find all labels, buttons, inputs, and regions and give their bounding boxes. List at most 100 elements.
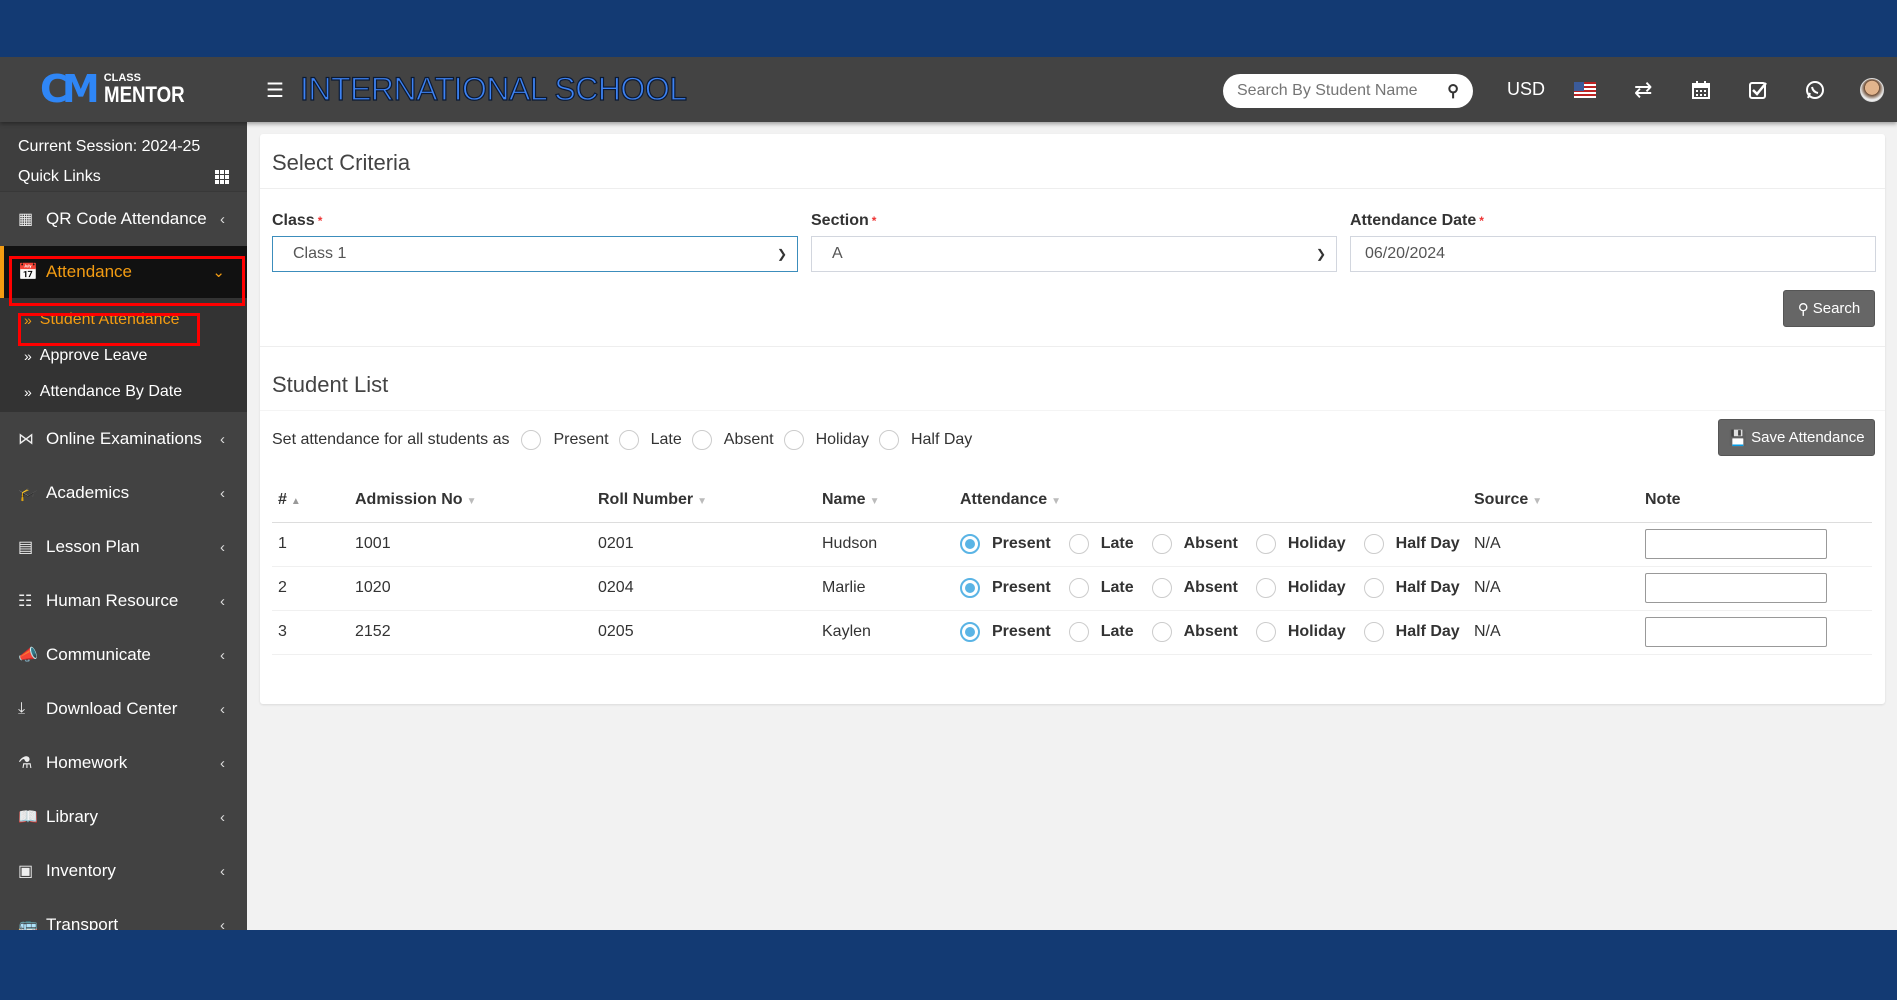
attendance-date-label: Attendance Date * — [1350, 212, 1484, 229]
chevron-left-icon: ‹ — [220, 808, 225, 826]
set-all-absent[interactable]: Absent — [691, 430, 774, 450]
current-session[interactable]: Current Session: 2024-25 — [18, 132, 200, 162]
student-search-input[interactable] — [1237, 82, 1427, 100]
bus-icon: 🚌 — [18, 917, 38, 930]
note-input[interactable] — [1645, 573, 1827, 603]
sort-icon: ▼ — [466, 495, 477, 507]
save-attendance-button[interactable]: 💾 Save Attendance — [1718, 419, 1875, 456]
chevron-down-icon: ❯ — [776, 247, 787, 261]
sidebar-subitem-approve-leave[interactable]: » Approve Leave — [0, 338, 247, 374]
main-content: Select Criteria Class * Class 1 ❯ Section… — [247, 122, 1897, 930]
task-check-icon[interactable] — [1748, 57, 1768, 122]
search-icon: ⚲ — [1797, 300, 1809, 318]
note-cell — [1639, 610, 1872, 655]
currency-selector[interactable]: USD — [1507, 57, 1545, 122]
session-panel: Current Session: 2024-25 Quick Links — [0, 122, 247, 192]
attendance-radio-present[interactable]: Present — [960, 578, 1051, 598]
chevron-left-icon: ‹ — [220, 592, 225, 610]
school-name: INTERNATIONAL SCHOOL — [299, 70, 687, 107]
set-all-late[interactable]: Late — [618, 430, 682, 450]
attendance-date-input[interactable]: 06/20/2024 — [1350, 236, 1876, 272]
attendance-radio-half-day[interactable]: Half Day — [1363, 578, 1460, 598]
chevron-left-icon: ‹ — [220, 646, 225, 664]
sidebar-item-library[interactable]: 📖 Library ‹ — [0, 790, 247, 844]
attendance-radio-absent[interactable]: Absent — [1151, 534, 1238, 554]
quick-links[interactable]: Quick Links — [18, 162, 229, 192]
transfer-icon[interactable]: ⇄ — [1634, 57, 1652, 122]
app-logo[interactable]: CM CLASS MENTOR — [40, 67, 199, 111]
attendance-radio-present[interactable]: Present — [960, 534, 1051, 554]
set-all-attendance: Set attendance for all students as Prese… — [272, 430, 972, 450]
user-avatar[interactable] — [1860, 57, 1884, 122]
language-selector[interactable] — [1574, 57, 1596, 122]
grid-icon[interactable] — [215, 170, 229, 184]
sidebar: Current Session: 2024-25 Quick Links ▦ Q… — [0, 122, 247, 930]
sidebar-item-qr-code-attendance[interactable]: ▦ QR Code Attendance ‹ — [0, 192, 247, 246]
attendance-radio-late[interactable]: Late — [1068, 622, 1134, 642]
attendance-radio-absent[interactable]: Absent — [1151, 578, 1238, 598]
bullhorn-icon: 📣 — [18, 647, 38, 664]
col-roll-number[interactable]: Roll Number ▼ — [592, 478, 816, 523]
attendance-options: Present Late Absent Holiday Half Day — [954, 566, 1468, 611]
chevron-down-icon: ⌄ — [212, 264, 225, 281]
student-search[interactable]: ⚲ — [1223, 74, 1473, 108]
col-name[interactable]: Name ▼ — [816, 478, 954, 523]
sidebar-item-inventory[interactable]: ▣ Inventory ‹ — [0, 844, 247, 898]
sidebar-subitem-student-attendance[interactable]: » Student Attendance — [0, 302, 247, 338]
source: N/A — [1468, 610, 1639, 655]
sidebar-nav: ▦ QR Code Attendance ‹ 📅 Attendance ⌄ » … — [0, 192, 247, 930]
set-all-holiday[interactable]: Holiday — [783, 430, 869, 450]
sidebar-item-online-examinations[interactable]: ⋈ Online Examinations ‹ — [0, 412, 247, 466]
sidebar-item-attendance[interactable]: 📅 Attendance ⌄ — [0, 246, 247, 298]
student-name: Kaylen — [816, 610, 954, 655]
attendance-radio-late[interactable]: Late — [1068, 534, 1134, 554]
set-all-label: Set attendance for all students as — [272, 431, 510, 448]
select-criteria-title: Select Criteria — [272, 150, 411, 175]
sidebar-item-communicate[interactable]: 📣 Communicate ‹ — [0, 628, 247, 682]
col-source[interactable]: Source ▼ — [1468, 478, 1639, 523]
class-select[interactable]: Class 1 ❯ — [272, 236, 798, 272]
attendance-radio-late[interactable]: Late — [1068, 578, 1134, 598]
sitemap-icon: ☷ — [18, 593, 33, 610]
note-input[interactable] — [1645, 529, 1827, 559]
attendance-radio-absent[interactable]: Absent — [1151, 622, 1238, 642]
set-all-half-day[interactable]: Half Day — [878, 430, 972, 450]
note-input[interactable] — [1645, 617, 1827, 647]
search-icon[interactable]: ⚲ — [1447, 81, 1459, 101]
menu-icon[interactable]: ☰ — [266, 78, 284, 103]
sidebar-item-human-resource[interactable]: ☷ Human Resource ‹ — [0, 574, 247, 628]
logo-mark: CM — [40, 67, 100, 111]
admission-no: 2152 — [349, 610, 592, 655]
sidebar-item-transport[interactable]: 🚌 Transport ‹ — [0, 898, 247, 930]
calendar-icon[interactable] — [1691, 57, 1711, 122]
whatsapp-icon[interactable] — [1805, 57, 1825, 122]
double-chevron-icon: » — [24, 348, 32, 364]
section-select[interactable]: A ❯ — [811, 236, 1337, 272]
table-row: 1 1001 0201 Hudson Present Late Absent Holiday H… — [272, 522, 1872, 567]
attendance-submenu: » Student Attendance » Approve Leave » A… — [0, 298, 247, 412]
attendance-radio-half-day[interactable]: Half Day — [1363, 622, 1460, 642]
attendance-radio-holiday[interactable]: Holiday — [1255, 534, 1346, 554]
search-button[interactable]: ⚲ Search — [1783, 290, 1875, 327]
sidebar-item-academics[interactable]: 🎓 Academics ‹ — [0, 466, 247, 520]
top-header: CM CLASS MENTOR ☰ INTERNATIONAL SCHOOL ⚲… — [0, 57, 1897, 122]
col-number[interactable]: # ▲ — [272, 478, 349, 523]
sidebar-item-download-center[interactable]: ⤓ Download Center ‹ — [0, 682, 247, 736]
student-name: Hudson — [816, 522, 954, 567]
note-cell — [1639, 566, 1872, 611]
set-all-present[interactable]: Present — [521, 430, 609, 450]
attendance-radio-holiday[interactable]: Holiday — [1255, 578, 1346, 598]
col-admission-no[interactable]: Admission No ▼ — [349, 478, 592, 523]
col-attendance[interactable]: Attendance ▼ — [954, 478, 1468, 523]
sidebar-subitem-attendance-by-date[interactable]: » Attendance By Date — [0, 374, 247, 410]
attendance-radio-half-day[interactable]: Half Day — [1363, 534, 1460, 554]
logo-text-big: MENTOR — [103, 81, 185, 107]
student-list-title: Student List — [272, 372, 389, 397]
attendance-radio-holiday[interactable]: Holiday — [1255, 622, 1346, 642]
double-chevron-icon: » — [24, 384, 32, 400]
bottom-frame-band — [0, 930, 1897, 1000]
download-icon: ⤓ — [18, 700, 26, 717]
attendance-radio-present[interactable]: Present — [960, 622, 1051, 642]
sidebar-item-lesson-plan[interactable]: ▤ Lesson Plan ‹ — [0, 520, 247, 574]
sidebar-item-homework[interactable]: ⚗ Homework ‹ — [0, 736, 247, 790]
